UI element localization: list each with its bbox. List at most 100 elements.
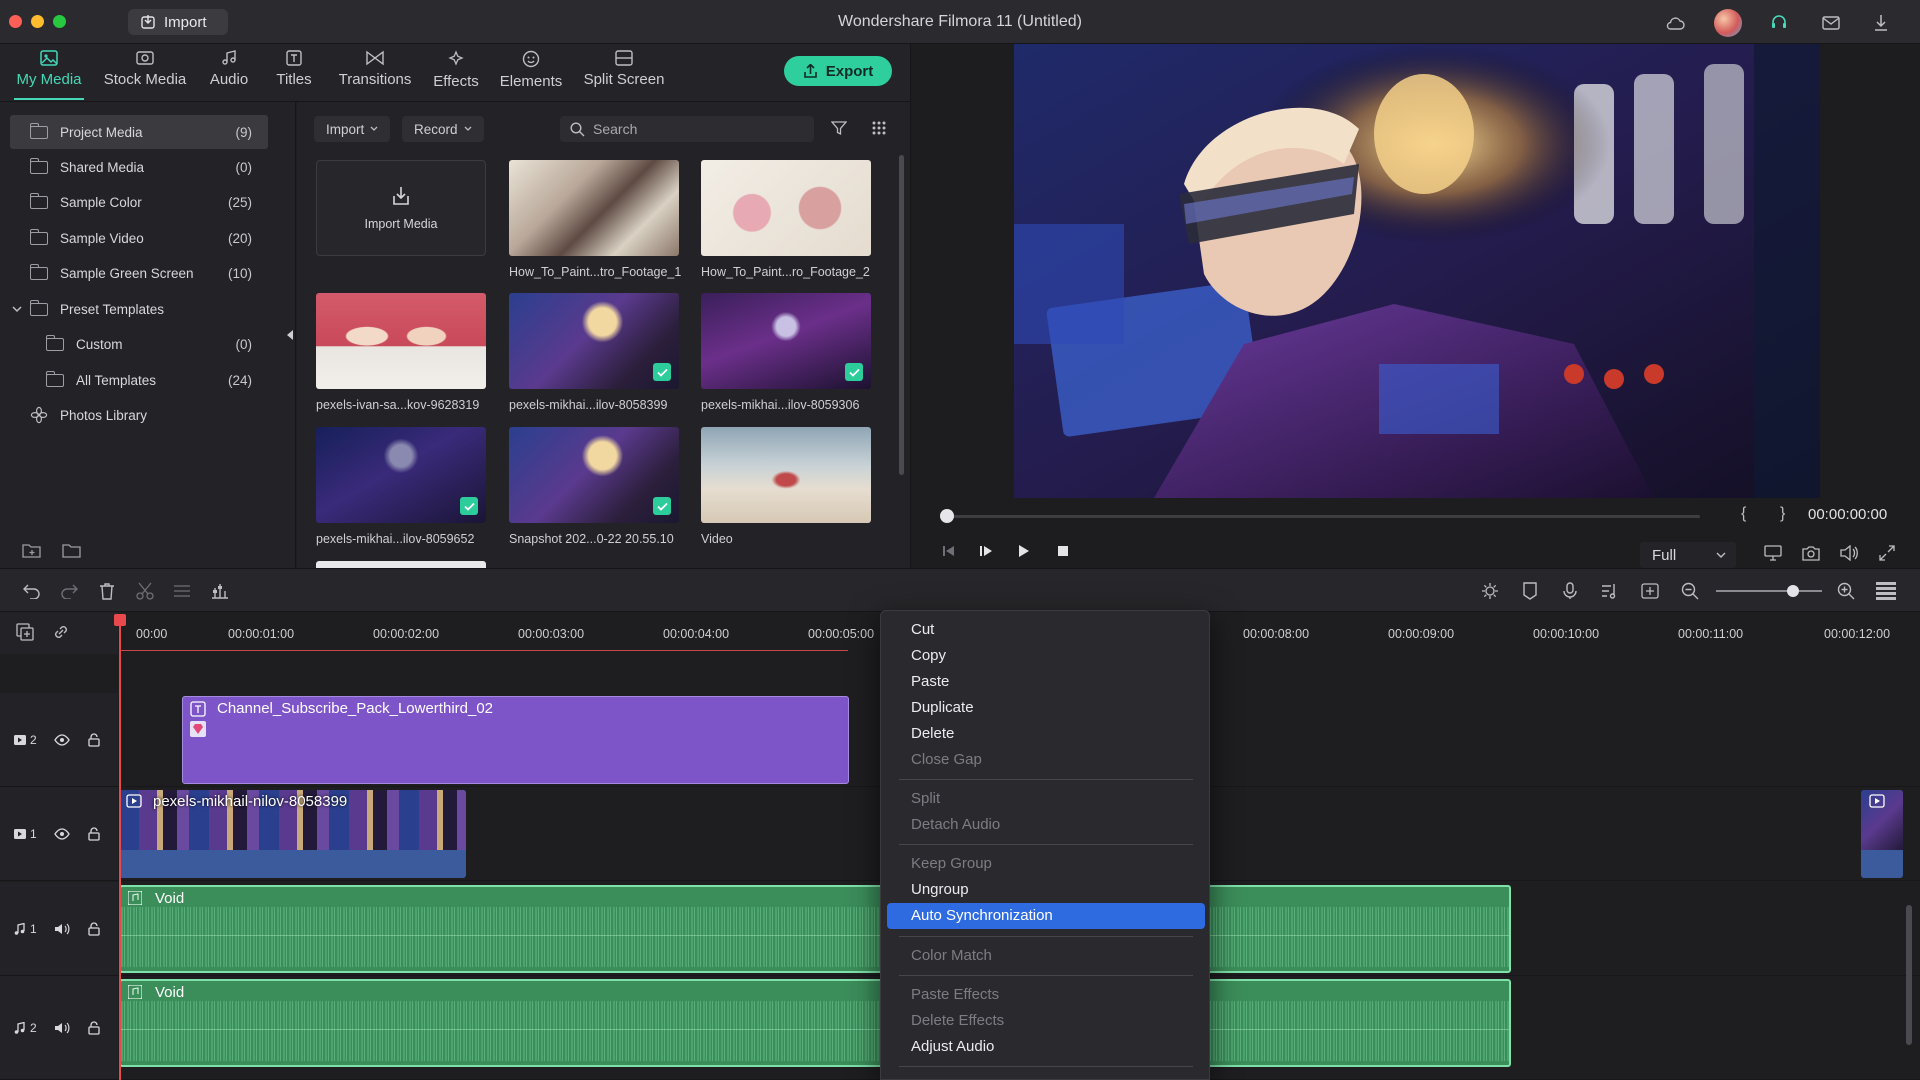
adjust-icon[interactable]: [170, 579, 194, 603]
sidebar-item-preset-templates[interactable]: Preset Templates: [10, 292, 268, 326]
close-window-button[interactable]: [9, 15, 22, 28]
eye-icon[interactable]: [54, 827, 70, 840]
import-dropdown[interactable]: Import: [314, 116, 391, 142]
play-frame-icon[interactable]: [975, 540, 997, 562]
link-icon[interactable]: [52, 623, 70, 641]
collapse-sidebar-icon[interactable]: [286, 330, 294, 340]
cloud-icon[interactable]: [1664, 12, 1686, 34]
snapshot-icon[interactable]: [1800, 542, 1822, 564]
search-input[interactable]: [593, 121, 793, 137]
tab-titles[interactable]: Titles: [272, 50, 316, 100]
audio-clip[interactable]: Void: [119, 885, 1511, 973]
tab-my-media[interactable]: My Media: [14, 50, 84, 100]
menu-item-ungroup[interactable]: Ungroup: [887, 877, 1205, 903]
play-icon[interactable]: [1013, 540, 1035, 562]
mail-icon[interactable]: [1820, 12, 1842, 34]
mark-out-button[interactable]: }: [1780, 505, 1785, 523]
import-media-tile[interactable]: Import Media: [316, 160, 486, 256]
zoom-in-icon[interactable]: [1834, 579, 1858, 603]
grid-view-icon[interactable]: [871, 120, 887, 136]
media-thumbnail[interactable]: [509, 427, 679, 523]
tab-effects[interactable]: Effects: [430, 50, 482, 100]
render-icon[interactable]: [1478, 579, 1502, 603]
lock-icon[interactable]: [88, 732, 100, 747]
timeline-scrollbar[interactable]: [1906, 905, 1912, 1045]
media-thumbnail[interactable]: [316, 427, 486, 523]
voiceover-icon[interactable]: [1598, 579, 1622, 603]
media-thumbnail[interactable]: [316, 293, 486, 389]
speaker-icon[interactable]: [54, 1022, 70, 1034]
video-clip[interactable]: pexels-mikhail-nilov-8058399: [119, 790, 466, 878]
tab-split-screen[interactable]: Split Screen: [580, 50, 668, 100]
preview-scrubber[interactable]: [946, 515, 1700, 518]
sidebar-item-shared-media[interactable]: Shared Media (0): [10, 150, 268, 184]
monitor-icon[interactable]: [1762, 542, 1784, 564]
support-icon[interactable]: [1768, 12, 1790, 34]
export-button[interactable]: Export: [784, 56, 892, 86]
import-button[interactable]: Import: [128, 9, 228, 35]
menu-item-adjust-audio[interactable]: Adjust Audio: [887, 1034, 1205, 1060]
sidebar-item-sample-green-screen[interactable]: Sample Green Screen (10): [10, 256, 268, 290]
snap-icon[interactable]: [1638, 579, 1662, 603]
timeline-zoom-slider[interactable]: [1716, 590, 1822, 592]
mark-in-button[interactable]: {: [1741, 505, 1746, 523]
tab-stock-media[interactable]: Stock Media: [100, 50, 190, 100]
tab-transitions[interactable]: Transitions: [334, 50, 416, 100]
media-thumbnail[interactable]: [509, 293, 679, 389]
marker-icon[interactable]: [1518, 579, 1542, 603]
chevron-down-icon[interactable]: [12, 304, 22, 314]
playhead[interactable]: [119, 616, 121, 1080]
sidebar-item-project-media[interactable]: Project Media (9): [10, 115, 268, 149]
filter-icon[interactable]: [831, 120, 847, 136]
stop-icon[interactable]: [1052, 540, 1074, 562]
zoom-out-icon[interactable]: [1678, 579, 1702, 603]
step-back-icon[interactable]: [938, 540, 960, 562]
sidebar-item-sample-color[interactable]: Sample Color (25): [10, 185, 268, 219]
speaker-icon[interactable]: [54, 923, 70, 935]
eye-icon[interactable]: [54, 733, 70, 746]
media-thumbnail[interactable]: [701, 160, 871, 256]
record-dropdown[interactable]: Record: [402, 116, 484, 142]
search-box[interactable]: [560, 116, 814, 142]
sidebar-item-photos-library[interactable]: Photos Library: [10, 398, 268, 432]
audio-mixer-icon[interactable]: [208, 579, 232, 603]
title-clip[interactable]: Channel_Subscribe_Pack_Lowerthird_02: [182, 696, 849, 784]
folder-outline-icon[interactable]: [62, 542, 82, 558]
menu-item-cut[interactable]: Cut: [887, 617, 1205, 643]
media-thumbnail[interactable]: [316, 561, 486, 568]
preview-zoom-dropdown[interactable]: Full: [1640, 542, 1736, 568]
sidebar-item-custom[interactable]: Custom (0): [10, 327, 268, 361]
fullscreen-icon[interactable]: [1876, 542, 1898, 564]
menu-item-paste[interactable]: Paste: [887, 669, 1205, 695]
menu-item-duplicate[interactable]: Duplicate: [887, 695, 1205, 721]
trash-icon[interactable]: [95, 579, 119, 603]
microphone-icon[interactable]: [1558, 579, 1582, 603]
menu-item-delete[interactable]: Delete: [887, 721, 1205, 747]
avatar[interactable]: [1714, 9, 1742, 37]
sidebar-item-all-templates[interactable]: All Templates (24): [10, 363, 268, 397]
lock-icon[interactable]: [88, 826, 100, 841]
redo-icon[interactable]: [57, 579, 81, 603]
scissors-icon[interactable]: [133, 579, 157, 603]
sidebar-item-sample-video[interactable]: Sample Video (20): [10, 221, 268, 255]
media-thumbnail[interactable]: [701, 427, 871, 523]
scrubber-handle[interactable]: [940, 509, 954, 523]
lock-icon[interactable]: [88, 921, 100, 936]
add-track-icon[interactable]: [16, 623, 34, 641]
timeline-zoom-handle[interactable]: [1787, 585, 1800, 597]
tab-audio[interactable]: Audio: [205, 50, 253, 100]
lock-icon[interactable]: [88, 1020, 100, 1035]
audio-clip-2[interactable]: Void: [119, 979, 1511, 1067]
menu-item-auto-synchronization[interactable]: Auto Synchronization: [887, 903, 1205, 929]
new-folder-icon[interactable]: [22, 542, 42, 558]
media-scrollbar[interactable]: [899, 155, 904, 475]
media-thumbnail[interactable]: [509, 160, 679, 256]
maximize-window-button[interactable]: [53, 15, 66, 28]
tab-elements[interactable]: Elements: [497, 50, 565, 100]
menu-item-copy[interactable]: Copy: [887, 643, 1205, 669]
download-icon[interactable]: [1870, 12, 1892, 34]
playhead-handle[interactable]: [114, 614, 126, 626]
track-layout-icon[interactable]: [1874, 579, 1898, 603]
media-thumbnail[interactable]: [701, 293, 871, 389]
video-clip-2[interactable]: [1861, 790, 1903, 878]
